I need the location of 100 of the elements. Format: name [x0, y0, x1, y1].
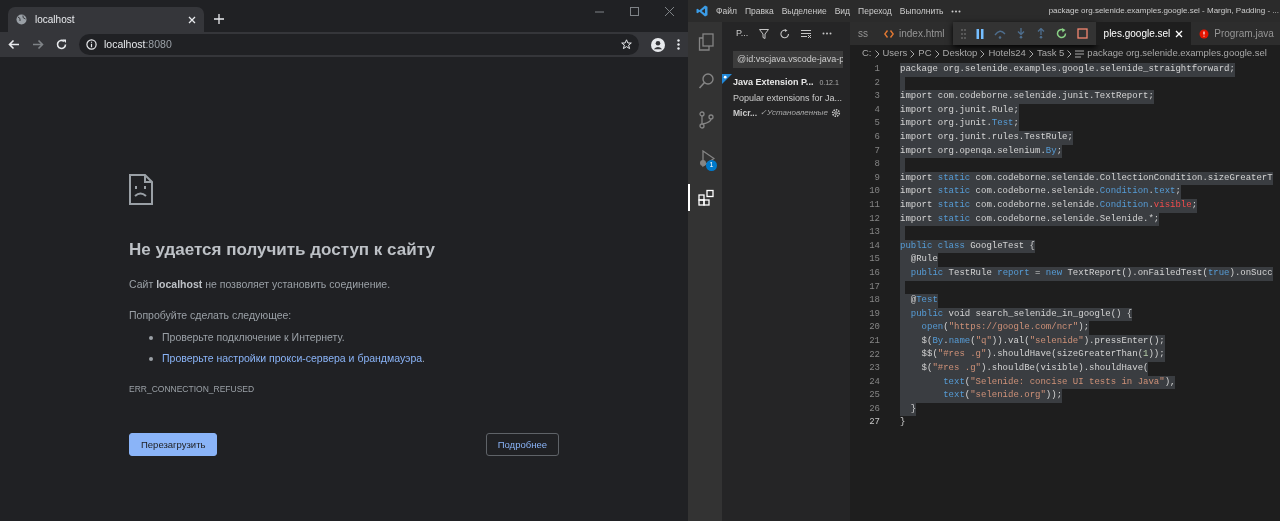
address-bar[interactable]: localhost:8080 — [79, 34, 639, 55]
info-icon — [86, 39, 97, 50]
restart-icon[interactable] — [1055, 28, 1067, 39]
line-number: 13 — [868, 226, 880, 240]
gripper-icon[interactable] — [960, 28, 966, 39]
error-heading: Не удается получить доступ к сайту — [129, 239, 436, 261]
files-icon[interactable] — [697, 32, 715, 51]
run-debug-icon[interactable] — [697, 149, 715, 168]
clear-list-icon[interactable] — [801, 28, 812, 39]
line-number: 10 — [868, 185, 880, 199]
filter-icon[interactable] — [759, 28, 770, 39]
line-number: 19 — [868, 307, 880, 321]
install-status: ✓Установленные — [760, 107, 828, 120]
reload-icon[interactable] — [56, 39, 67, 50]
step-into-icon[interactable] — [1015, 28, 1026, 39]
chevron-right-icon — [1028, 49, 1034, 58]
tab-title: localhost — [35, 13, 76, 27]
line-number: 5 — [873, 117, 880, 131]
back-arrow-icon[interactable] — [8, 39, 20, 50]
breadcrumb-item[interactable]: Task 5 — [1036, 46, 1065, 61]
editor-tab[interactable]: ples.google.sel — [1095, 22, 1192, 45]
breadcrumb-item[interactable]: Hotels24 — [988, 46, 1026, 61]
more-icon[interactable] — [822, 32, 833, 35]
breadcrumb-item[interactable]: package org.selenide.examples.google.sel — [1087, 46, 1267, 61]
more-icon[interactable] — [951, 9, 962, 13]
extension-publisher: Micr... — [733, 107, 758, 120]
search-icon[interactable] — [697, 71, 715, 90]
sad-page-icon — [129, 174, 153, 205]
menu-item[interactable]: Правка — [744, 4, 774, 18]
bullet-icon — [149, 335, 153, 340]
extension-name: Java Extension P... — [733, 76, 814, 89]
suggestions-title: Попробуйте сделать следующее: — [129, 308, 293, 324]
details-button[interactable]: Подробнее — [485, 433, 559, 457]
url-text: localhost:8080 — [104, 36, 172, 52]
error-code: ERR_CONNECTION_REFUSED — [129, 382, 256, 396]
line-number: 4 — [873, 103, 880, 117]
breadcrumb-item[interactable]: C: — [862, 46, 872, 61]
editor-tab[interactable]: Program.java — [1191, 22, 1280, 45]
extensions-icon[interactable] — [697, 188, 715, 207]
gear-icon[interactable] — [830, 108, 841, 119]
pause-icon[interactable] — [975, 28, 984, 39]
code-line: } — [900, 416, 906, 430]
line-number: 1 — [873, 63, 880, 77]
error-circle-icon — [1199, 28, 1210, 39]
account-icon[interactable] — [651, 37, 665, 52]
reload-button[interactable]: Перезагрузить — [129, 433, 218, 457]
line-number: 18 — [868, 294, 880, 308]
line-number: 24 — [868, 375, 880, 389]
symbol-icon — [1075, 49, 1085, 58]
menu-item[interactable]: Выполнить — [899, 4, 944, 18]
line-number: 12 — [868, 212, 880, 226]
forward-arrow-icon[interactable] — [32, 39, 44, 50]
menu-item[interactable]: Файл — [716, 4, 737, 18]
editor-tab[interactable]: ss — [850, 22, 876, 45]
line-number: 14 — [868, 239, 880, 253]
line-number: 6 — [873, 131, 880, 144]
menu-item[interactable]: Переход — [858, 4, 892, 18]
step-out-icon[interactable] — [1035, 28, 1046, 39]
chevron-right-icon — [1067, 49, 1073, 58]
error-message: Сайт localhost не позволяет установить соединение. — [129, 276, 392, 292]
search-field[interactable]: @id:vscjava.vscode-java-p — [733, 51, 843, 68]
line-number: 2 — [873, 76, 880, 90]
breadcrumb-item[interactable]: Users — [882, 46, 908, 61]
bullet-icon — [149, 356, 153, 361]
menu-item[interactable]: Вид — [834, 4, 851, 18]
stop-icon[interactable] — [1076, 28, 1088, 39]
menu-dots-icon[interactable] — [677, 39, 680, 50]
suggestion-text: Проверьте подключение к Интернету. — [162, 330, 345, 345]
line-number: 17 — [868, 280, 880, 294]
suggestion-text: Проверьте настройки прокси-сервера и брандмауэра. — [162, 350, 426, 366]
menu-item[interactable]: Выделение — [781, 4, 827, 18]
chevron-right-icon — [874, 49, 880, 58]
star-icon[interactable] — [621, 39, 632, 50]
line-number: 16 — [868, 266, 880, 280]
line-number: 15 — [868, 253, 880, 267]
globe-icon — [16, 14, 27, 25]
line-number: 21 — [868, 334, 880, 348]
breadcrumb-item[interactable]: Desktop — [942, 46, 978, 61]
breadcrumb-item[interactable]: PC — [918, 46, 932, 61]
editor-tab[interactable]: index.html — [876, 22, 953, 45]
panel-title: P... — [736, 26, 749, 40]
recommended-star-icon — [722, 74, 732, 84]
line-number: 25 — [868, 389, 880, 403]
new-tab-icon[interactable] — [214, 14, 224, 24]
line-number: 22 — [868, 348, 880, 362]
line-number: 26 — [868, 402, 880, 416]
step-over-icon[interactable] — [993, 28, 1006, 39]
line-number: 23 — [868, 362, 880, 376]
extension-description: Popular extensions for Ja... — [733, 91, 844, 105]
code-brackets-icon — [884, 28, 894, 39]
refresh-icon[interactable] — [780, 28, 791, 39]
line-number: 27 — [868, 416, 880, 430]
line-number: 9 — [873, 171, 880, 185]
browser-tab[interactable]: localhost — [8, 7, 204, 32]
app-logo-icon — [696, 5, 708, 17]
chevron-right-icon — [980, 49, 986, 58]
branch-icon[interactable] — [697, 110, 715, 129]
line-number: 7 — [873, 144, 880, 158]
maximize-icon[interactable] — [630, 6, 639, 16]
chevron-right-icon — [934, 49, 940, 58]
